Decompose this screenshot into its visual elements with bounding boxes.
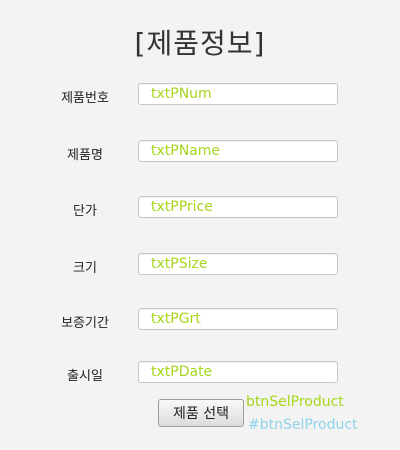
- unit-price-input[interactable]: [138, 196, 338, 218]
- product-name-label: 제품명: [67, 148, 103, 163]
- release-date-label: 출시일: [67, 369, 103, 384]
- button-css-hint: #btnSelProduct: [248, 417, 358, 433]
- warranty-row: 보증기간: [0, 308, 400, 334]
- size-row: 크기: [0, 253, 400, 279]
- release-date-input[interactable]: [138, 361, 338, 383]
- button-id-hint: btnSelProduct: [246, 394, 344, 410]
- select-product-button[interactable]: 제품 선택: [158, 399, 244, 427]
- product-number-label: 제품번호: [61, 91, 109, 106]
- unit-price-row: 단가: [0, 196, 400, 222]
- warranty-input[interactable]: [138, 308, 338, 330]
- size-input[interactable]: [138, 253, 338, 275]
- product-name-row: 제품명: [0, 140, 400, 166]
- unit-price-label: 단가: [73, 204, 97, 219]
- size-label: 크기: [73, 261, 97, 276]
- release-date-row: 출시일: [0, 361, 400, 387]
- page-title: [제품정보]: [134, 27, 266, 60]
- product-number-input[interactable]: [138, 83, 338, 105]
- product-number-row: 제품번호: [0, 83, 400, 109]
- warranty-label: 보증기간: [61, 316, 109, 331]
- product-name-input[interactable]: [138, 140, 338, 162]
